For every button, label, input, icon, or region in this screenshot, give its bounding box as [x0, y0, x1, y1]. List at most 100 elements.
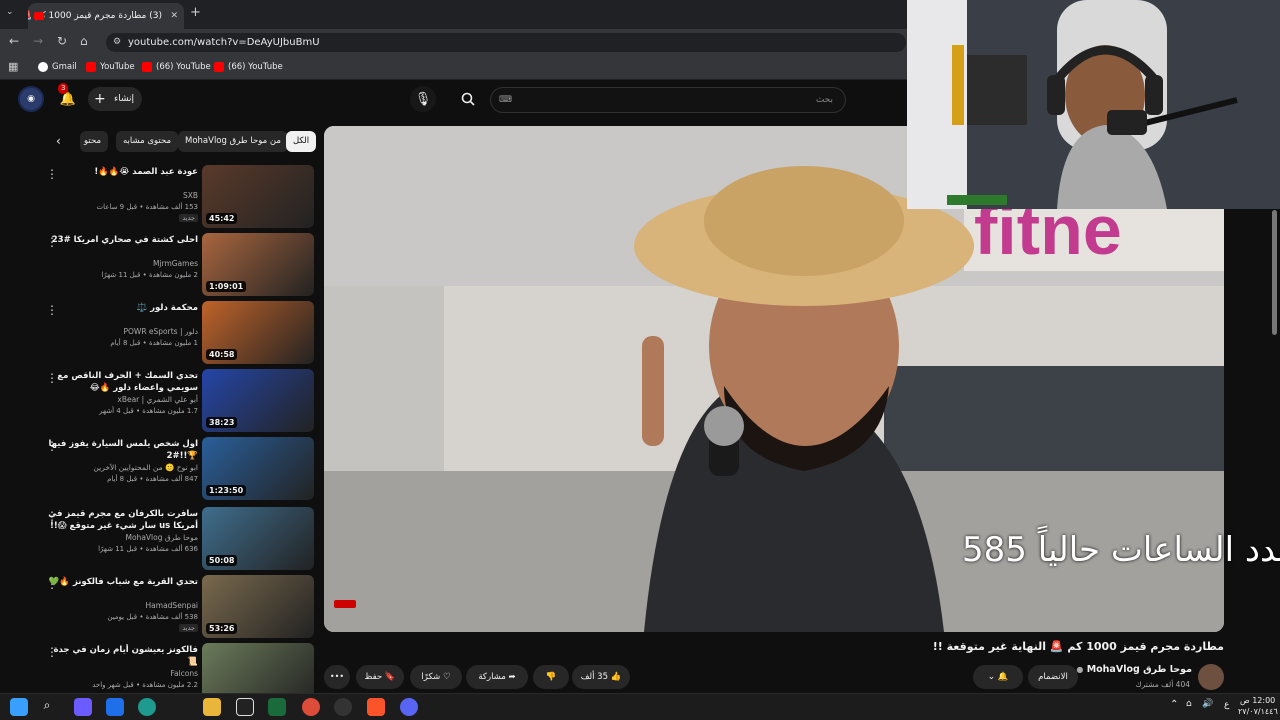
- recommendation-meta: 2.2 مليون مشاهدة • قبل شهر واحد: [92, 681, 198, 689]
- chip-more[interactable]: محتو: [80, 131, 108, 152]
- recommendation-channel[interactable]: موحا طرق MohaVlog: [126, 533, 199, 542]
- edge-icon[interactable]: [138, 698, 156, 716]
- plus-icon: +: [94, 91, 106, 107]
- chrome-icon[interactable]: [302, 698, 320, 716]
- keyboard-icon[interactable]: ⌨: [499, 88, 512, 112]
- join-button[interactable]: الانضمام: [1028, 665, 1078, 689]
- notifications-bell-icon[interactable]: 🔔 3: [55, 83, 81, 112]
- recommendation-title[interactable]: سافرت بالكرفان مع مجرم قيمز في أمريكا us…: [48, 508, 198, 532]
- terminal-icon[interactable]: [268, 698, 286, 716]
- obs-icon[interactable]: [334, 698, 352, 716]
- dislike-button[interactable]: 👎: [533, 665, 569, 689]
- app-icon[interactable]: [236, 698, 254, 716]
- recommendation-title[interactable]: اول شخص يلمس السيارة يفوز فيها 🏆!!#2: [48, 438, 198, 462]
- thumbs-up-icon: 👍: [610, 672, 622, 682]
- url-text: youtube.com/watch?v=DeAyUJbuBmU: [128, 37, 320, 48]
- video-overlay-text: عدد الساعات حالياً 585: [962, 530, 1280, 570]
- search-icon[interactable]: ⌕: [38, 698, 56, 716]
- search-input[interactable]: بحث ⌨: [490, 87, 846, 113]
- chip-all[interactable]: الكل: [286, 131, 317, 152]
- create-button[interactable]: + إنشاء: [88, 87, 142, 111]
- recommendation-channel[interactable]: Falcons: [170, 669, 198, 678]
- subscriber-count: 404 ألف مشترك: [1135, 680, 1190, 689]
- channel-avatar[interactable]: [1198, 664, 1224, 690]
- tab-list-button[interactable]: ⌄: [6, 7, 14, 17]
- avatar[interactable]: ◉: [18, 86, 44, 112]
- recommendation-item[interactable]: ⋮ 1:09:01 احلى كشتة في صحاري امريكا #23 Mjr…: [40, 233, 316, 297]
- recommendation-meta: 1 مليون مشاهدة • قبل 8 أيام: [110, 339, 198, 347]
- recommendation-meta: 1.7 مليون مشاهدة • قبل 4 أشهر: [99, 407, 198, 415]
- recommendation-title[interactable]: احلى كشتة في صحاري امريكا #23: [48, 234, 198, 246]
- tab-title: (3) مطاردة مجرم قيمز 1000 كم 🚨: [28, 11, 162, 21]
- recommendation-title[interactable]: عودة عبد الصمد 😭🔥🔥!: [48, 166, 198, 178]
- recommendation-meta: 538 ألف مشاهدة • قبل يومين: [107, 613, 198, 621]
- duration-badge: 53:26: [206, 623, 238, 634]
- share-button[interactable]: ➦ مشاركة: [466, 665, 528, 689]
- network-icon[interactable]: ⌂: [1186, 699, 1192, 709]
- site-info-icon[interactable]: ⚙: [113, 33, 121, 52]
- browser-tab-active[interactable]: (3) مطاردة مجرم قيمز 1000 كم 🚨 ✕: [28, 3, 184, 29]
- home-icon[interactable]: ⌂: [80, 34, 88, 48]
- recommendation-title[interactable]: تحدي السمك + الحرف الناقص مع سويمي واعضا…: [48, 370, 198, 394]
- chips-prev-icon[interactable]: ‹: [56, 134, 61, 148]
- recommendation-item[interactable]: ⋮ 1:23:50 اول شخص يلمس السيارة يفوز فيها 🏆…: [40, 437, 316, 501]
- duration-badge: 1:23:50: [206, 485, 247, 496]
- recommendation-title[interactable]: محكمة دلور ⚖️: [48, 302, 198, 314]
- url-field[interactable]: ⚙ youtube.com/watch?v=DeAyUJbuBmU: [106, 33, 906, 52]
- youtube-icon: [214, 62, 224, 72]
- recommendation-meta: 636 ألف مشاهدة • قبل 11 شهرًا: [98, 545, 198, 553]
- recommendation-channel[interactable]: SXB: [183, 191, 198, 200]
- reload-icon[interactable]: ↻: [57, 34, 67, 48]
- discord-icon[interactable]: [400, 698, 418, 716]
- recommendation-item[interactable]: ⋮ 53:26 تحدي القرية مع شباب فالكونز 🔥💚 Hama…: [40, 575, 316, 639]
- duration-badge: 1:09:01: [206, 281, 247, 292]
- explorer-icon[interactable]: [203, 698, 221, 716]
- thanks-button[interactable]: ♡ شكرًا: [410, 665, 462, 689]
- subscribe-bell-button[interactable]: 🔔 ⌄: [973, 665, 1023, 689]
- recommendation-channel[interactable]: ابو نوح 🙂 من المحتوايين الآخرين: [93, 463, 198, 472]
- recommendation-item[interactable]: ⋮ 45:42 عودة عبد الصمد 😭🔥🔥! SXB 153 ألف مشاه…: [40, 165, 316, 229]
- recommendation-item[interactable]: ⋮ 38:23 تحدي السمك + الحرف الناقص مع سويمي…: [40, 369, 316, 433]
- page-scrollbar[interactable]: [1272, 210, 1277, 335]
- recommendation-channel[interactable]: HamadSenpai: [146, 601, 198, 610]
- more-actions-button[interactable]: •••: [324, 665, 350, 689]
- save-button[interactable]: 🔖 حفظ: [356, 665, 404, 689]
- microphone-icon[interactable]: 🎙: [410, 86, 436, 112]
- clock-time[interactable]: 12:00 ص: [1240, 696, 1275, 705]
- recommendation-title[interactable]: فالكونز يعيشون أيام زمان في جدة 📜: [48, 644, 198, 668]
- chip-similar[interactable]: محتوى مشابه: [116, 131, 178, 152]
- new-tab-button[interactable]: +: [190, 5, 201, 20]
- streamer-webcam: [907, 0, 1280, 209]
- forward-arrow-icon[interactable]: →: [33, 34, 43, 48]
- clock-date[interactable]: ٢٧/٠٧/١٤٤٦: [1238, 707, 1278, 716]
- brave-icon[interactable]: [367, 698, 385, 716]
- webcam-image: [907, 0, 1280, 209]
- search-icon[interactable]: [455, 86, 481, 112]
- copilot-icon[interactable]: [74, 698, 92, 716]
- back-arrow-icon[interactable]: ←: [9, 34, 19, 48]
- recommendation-channel[interactable]: دلور | POWR eSports: [123, 327, 198, 336]
- apps-grid-icon[interactable]: ▦: [8, 60, 18, 73]
- google-icon: [38, 62, 48, 72]
- recommendation-title[interactable]: تحدي القرية مع شباب فالكونز 🔥💚: [48, 576, 198, 588]
- language-indicator[interactable]: ع: [1224, 700, 1229, 710]
- bookmark-youtube[interactable]: YouTube: [86, 60, 135, 74]
- recommendation-item[interactable]: ⋮ 40:58 محكمة دلور ⚖️ دلور | POWR eSports 1 …: [40, 301, 316, 365]
- recommendation-item[interactable]: ⋮ 50:08 سافرت بالكرفان مع مجرم قيمز في أمر…: [40, 507, 316, 571]
- recommendation-channel[interactable]: MjrmGames: [153, 259, 198, 268]
- recommendation-channel[interactable]: أبو علي الشمري | xBear: [117, 395, 198, 404]
- outlook-icon[interactable]: [106, 698, 124, 716]
- bookmark-youtube-2[interactable]: (66) YouTube: [142, 60, 211, 74]
- close-tab-icon[interactable]: ✕: [170, 3, 178, 29]
- bookmark-youtube-3[interactable]: (66) YouTube: [214, 60, 283, 74]
- tray-chevron-icon[interactable]: ⌃: [1170, 699, 1178, 710]
- windows-start-icon[interactable]: [10, 698, 28, 716]
- bookmark-gmail[interactable]: Gmail: [38, 60, 77, 74]
- recommendation-meta: 847 ألف مشاهدة • قبل 8 أيام: [107, 475, 198, 483]
- like-button[interactable]: 👍 35 ألف: [572, 665, 630, 689]
- volume-icon[interactable]: 🔊: [1202, 699, 1213, 709]
- bookmark-icon: 🔖: [384, 672, 396, 682]
- channel-name[interactable]: موحا طرق MohaVlog ●: [1076, 664, 1192, 675]
- search-placeholder: بحث: [815, 95, 833, 105]
- chip-channel[interactable]: من موحا طرق MohaVlog: [178, 131, 288, 152]
